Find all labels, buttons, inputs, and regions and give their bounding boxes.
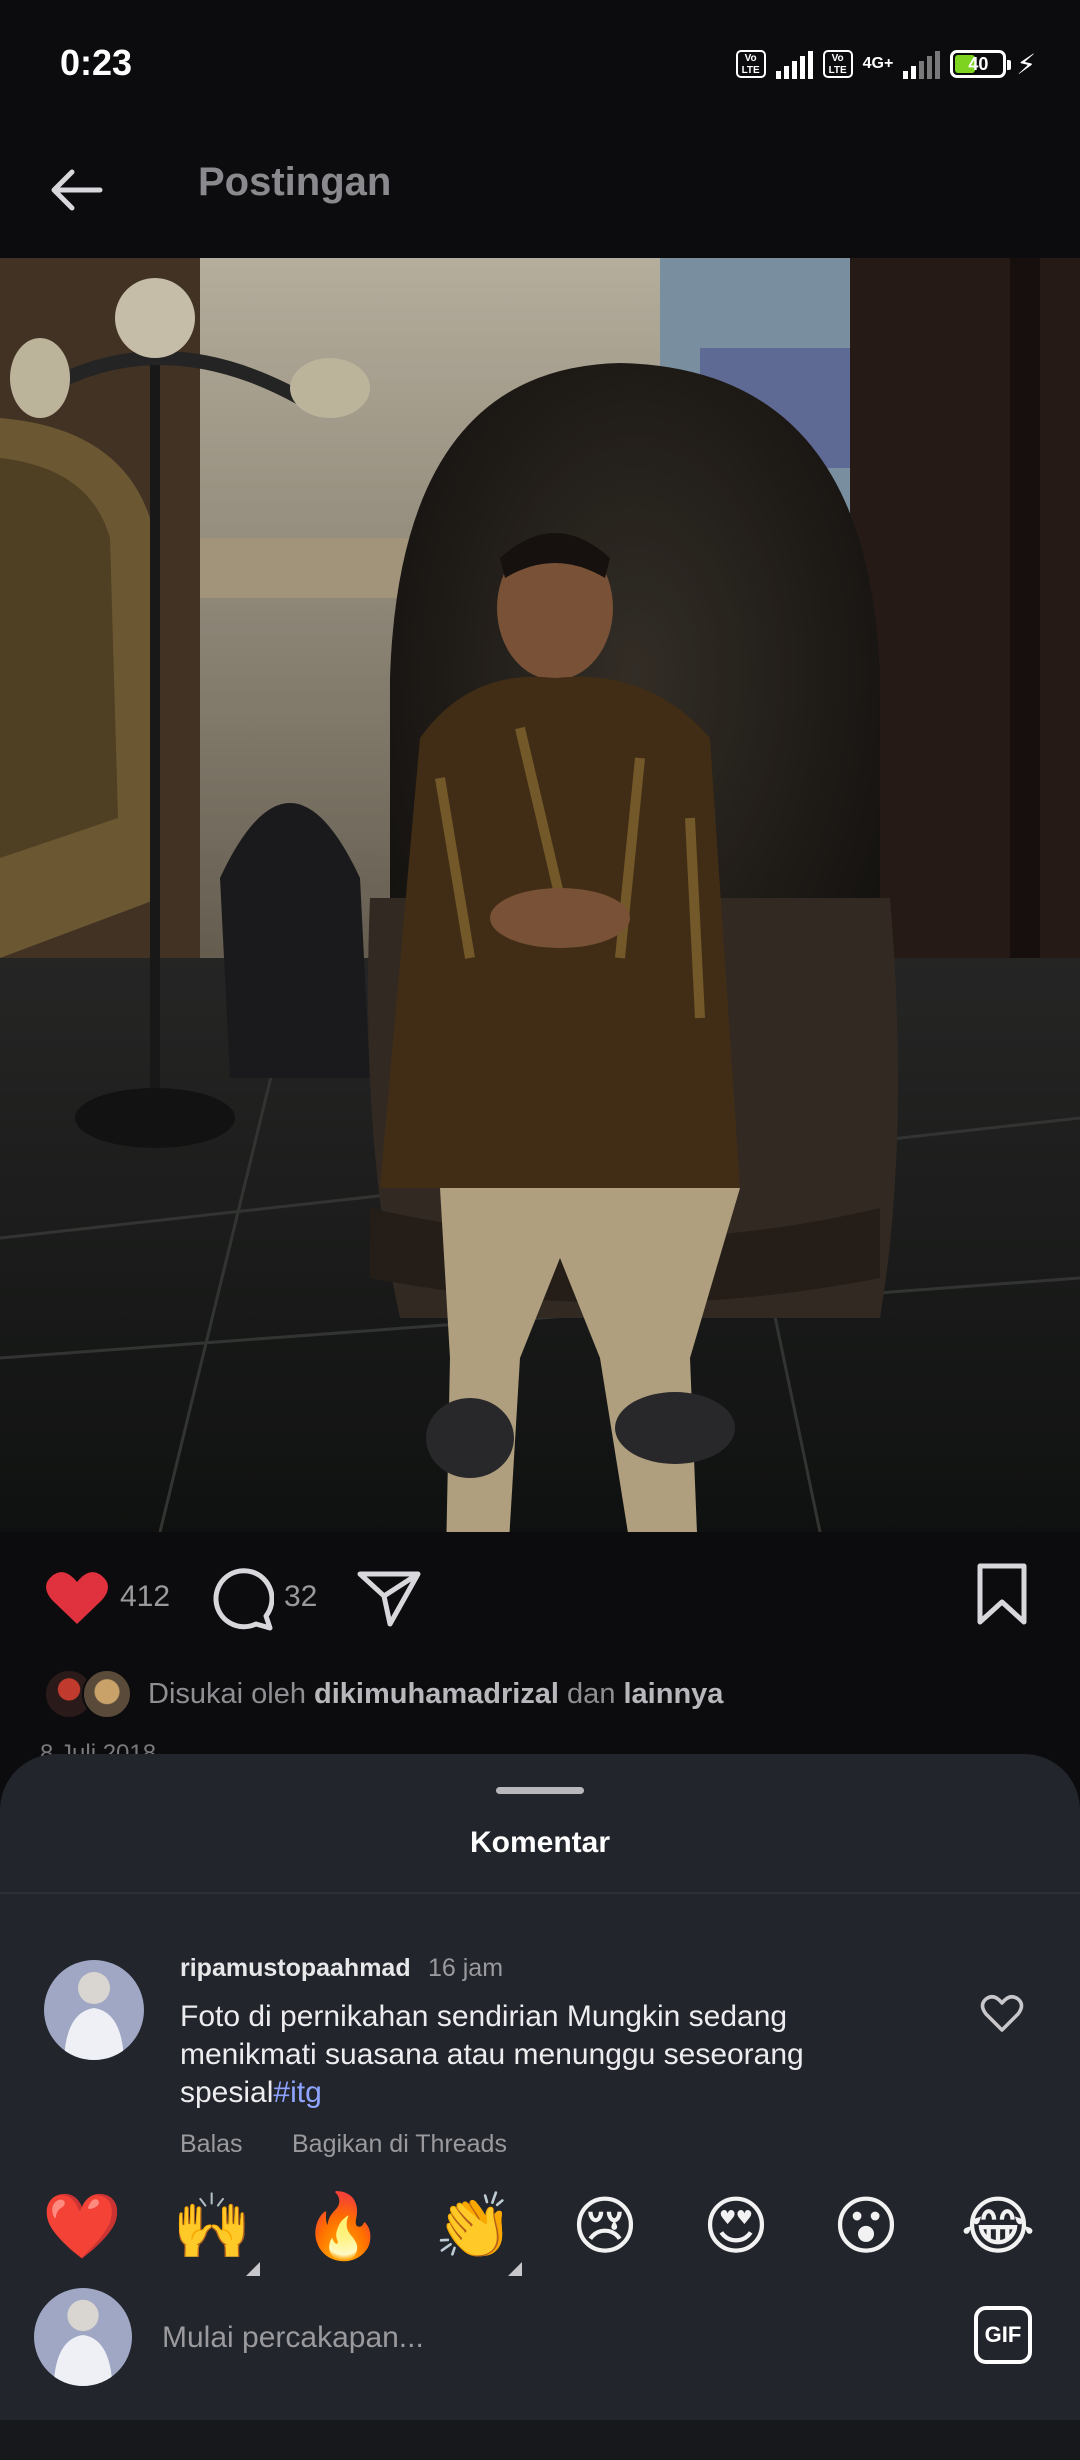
liked-by-others[interactable]: lainnya [624, 1678, 724, 1710]
battery-level: 40 [968, 53, 989, 74]
bookmark-icon[interactable] [974, 1562, 1030, 1626]
comment-like-icon[interactable] [980, 1994, 1024, 2034]
page-title: Postingan [198, 160, 392, 204]
signal-icon [775, 49, 813, 79]
sheet-title: Komentar [469, 1826, 611, 1859]
comment-count[interactable]: 32 [284, 1580, 317, 1614]
emoji-fire[interactable]: 🔥 [299, 2190, 387, 2262]
share-send-icon[interactable] [356, 1568, 422, 1628]
emoji-tears-of-joy[interactable]: 😂 [954, 2190, 1042, 2262]
my-avatar [34, 2288, 132, 2386]
liked-by-text: Disukai oleh dikimuhamadrizal dan lainny… [148, 1677, 724, 1710]
emoji-crying-face[interactable]: 😢 [561, 2190, 649, 2262]
signal-icon [903, 49, 941, 79]
emoji-red-heart[interactable]: ❤️ [38, 2190, 126, 2262]
comment-input[interactable] [160, 2312, 924, 2364]
skin-tone-indicator [246, 2262, 260, 2276]
comment-bubble-icon[interactable] [208, 1566, 274, 1632]
network-type: 4G+ [862, 55, 894, 72]
top-app-bar [0, 130, 1080, 258]
volte-icon: Vo LTE [822, 50, 853, 78]
commenter-username[interactable]: ripamustopaahmad [180, 1954, 411, 1983]
reply-button[interactable]: Balas [180, 2130, 243, 2159]
liked-by-row[interactable]: Disukai oleh dikimuhamadrizal dan lainny… [44, 1668, 723, 1720]
gif-button[interactable]: GIF [974, 2306, 1032, 2364]
emoji-heart-eyes[interactable]: 😍 [692, 2190, 780, 2262]
battery-icon: 40 [950, 50, 1012, 78]
emoji-surprised-face[interactable]: 😮 [822, 2190, 910, 2262]
emoji-raising-hands[interactable]: 🙌 [168, 2190, 256, 2262]
post-photo[interactable] [0, 258, 1080, 1532]
liker-avatar [82, 1669, 132, 1719]
like-count[interactable]: 412 [120, 1580, 170, 1614]
system-nav-bar [0, 2420, 1080, 2460]
comment-text: Foto di pernikahan sendirian Mungkin sed… [180, 2000, 804, 2109]
charging-icon: ⚡ [1016, 48, 1036, 80]
sheet-drag-handle[interactable] [496, 1787, 584, 1794]
back-arrow-icon[interactable] [44, 158, 108, 222]
liked-by-username[interactable]: dikimuhamadrizal [314, 1678, 559, 1710]
emoji-clapping-hands[interactable]: 👏 [430, 2190, 518, 2262]
comment-time: 16 jam [428, 1954, 504, 1982]
share-to-threads-button[interactable]: Bagikan di Threads [292, 2130, 507, 2159]
commenter-avatar[interactable] [44, 1960, 144, 2060]
status-time: 0:23 [60, 42, 133, 83]
comment-hashtag[interactable]: #itg [273, 2076, 321, 2109]
like-heart-icon[interactable] [44, 1568, 110, 1628]
volte-icon: Vo LTE [735, 50, 766, 78]
emoji-reaction-bar [0, 2160, 1080, 2304]
divider [0, 1892, 1080, 1894]
status-icons: Vo LTE Vo LTE 4G+ 40 ⚡ [735, 44, 1036, 84]
skin-tone-indicator [508, 2262, 522, 2276]
